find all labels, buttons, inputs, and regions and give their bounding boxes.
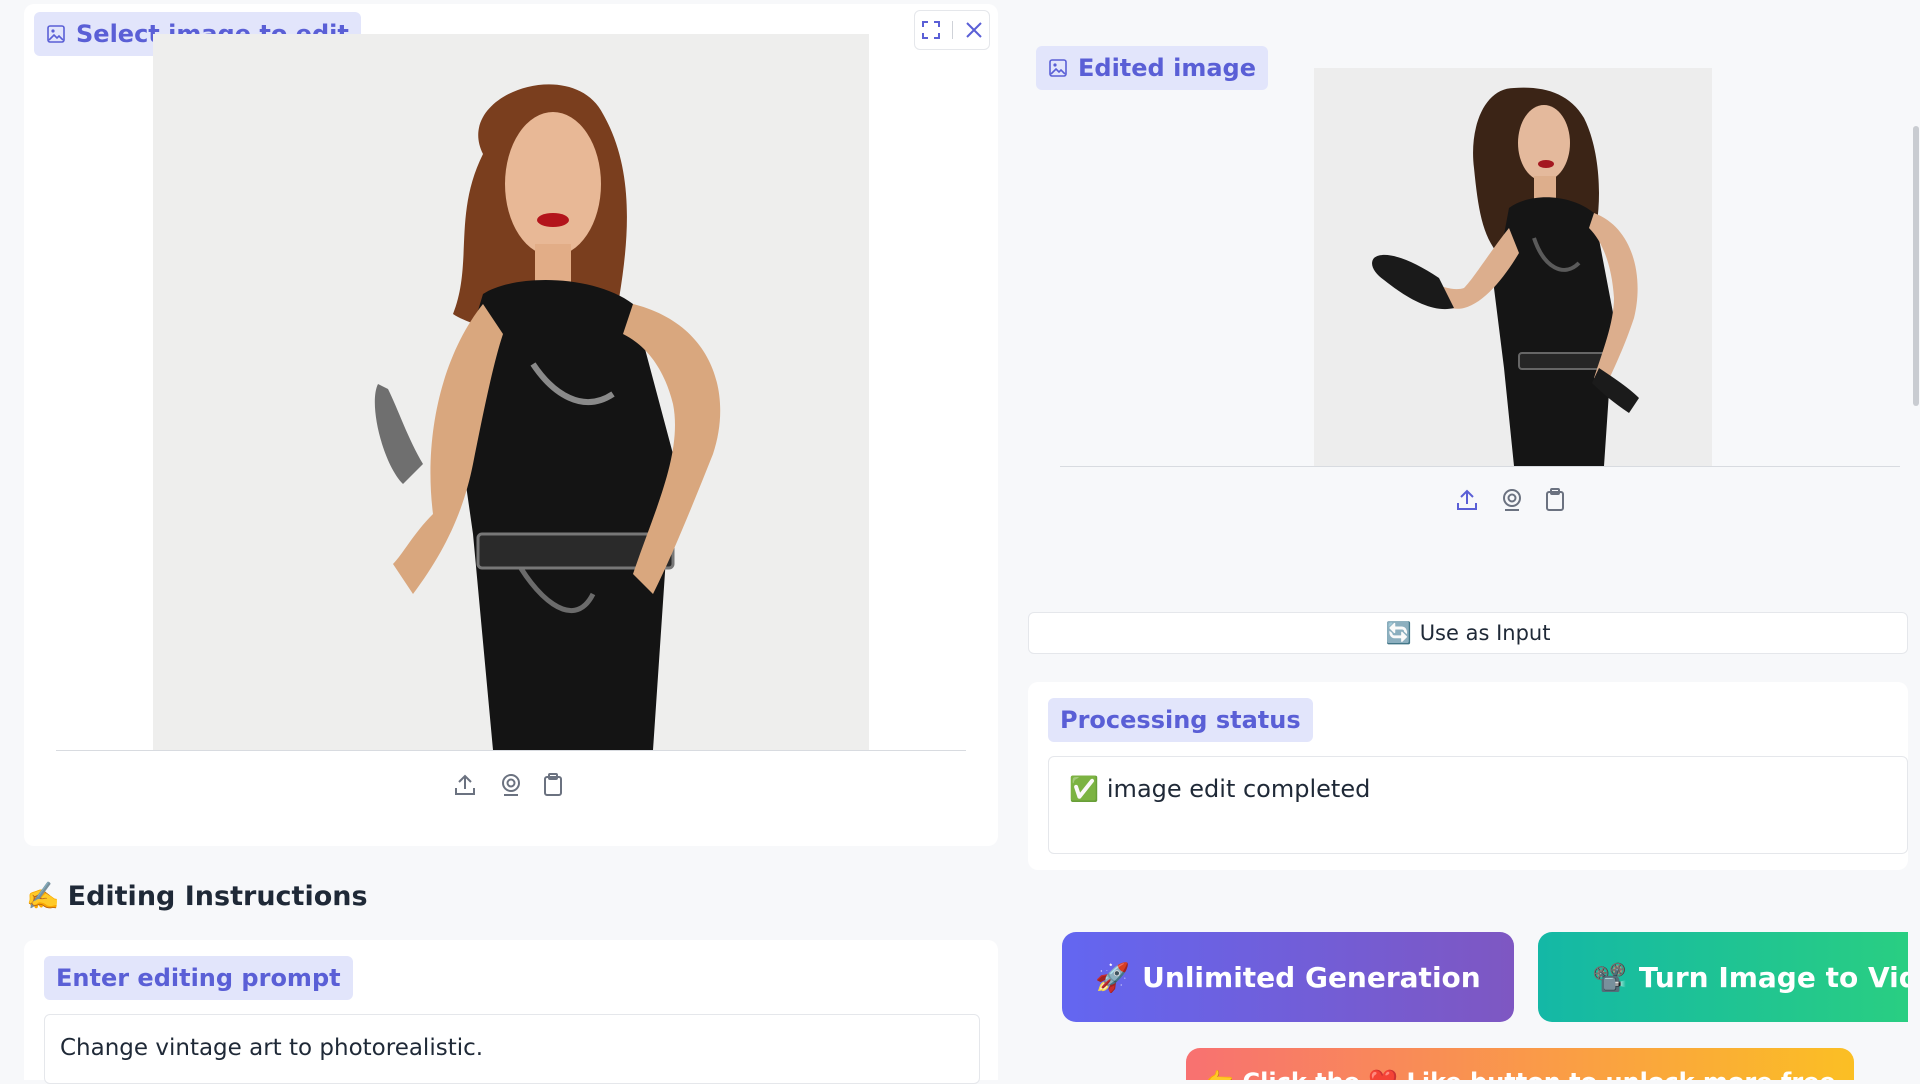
check-icon: ✅ [1069,775,1099,803]
like-unlock-label: 👉 Click the ❤️ Like button to unlock mor… [1204,1068,1835,1080]
clipboard-icon[interactable] [538,770,568,800]
prompt-input-value: Change vintage art to photorealistic. [60,1035,484,1061]
output-image[interactable] [1314,68,1712,466]
clipboard-icon[interactable] [1540,485,1570,515]
close-icon[interactable] [964,20,984,40]
unlimited-generation-label: Unlimited Generation [1142,960,1481,994]
video-button-clip: 📽️ Turn Image to Video [1538,932,1908,1022]
prompt-label: Enter editing prompt [44,956,353,1000]
control-separator [952,21,954,39]
webcam-icon[interactable] [496,770,526,800]
image-controls [914,10,990,50]
output-image-photo [1314,68,1712,466]
image-icon [1049,59,1067,77]
scrollbar-thumb[interactable] [1913,126,1919,406]
like-unlock-button[interactable]: 👉 Click the ❤️ Like button to unlock mor… [1186,1048,1854,1080]
instructions-heading: ✍️ Editing Instructions [26,876,368,916]
use-as-input-button[interactable]: 🔄 Use as Input [1028,612,1908,654]
image-icon [47,25,65,43]
like-banner-clip: 👉 Click the ❤️ Like button to unlock mor… [1186,1048,1854,1080]
fullscreen-icon[interactable] [920,19,942,41]
film-projector-icon: 📽️ [1592,960,1627,994]
output-image-divider [1060,466,1900,467]
status-message: image edit completed [1106,775,1371,803]
input-image-divider [56,750,966,751]
input-image-illustration [153,34,869,750]
turn-image-to-video-label: Turn Image to Video [1638,960,1908,994]
unlimited-generation-button[interactable]: 🚀 Unlimited Generation [1062,932,1514,1022]
instructions-heading-text: Editing Instructions [67,880,368,912]
output-image-label-text: Edited image [1078,54,1256,82]
output-image-label: Edited image [1036,46,1268,90]
refresh-icon: 🔄 [1385,620,1412,645]
upload-icon[interactable] [450,770,480,800]
upload-icon[interactable] [1452,485,1482,515]
input-image[interactable] [153,34,869,750]
rocket-icon: 🚀 [1095,960,1131,994]
prompt-input[interactable]: Change vintage art to photorealistic. [44,1014,980,1084]
status-box: ✅ image edit completed [1048,756,1908,854]
writing-hand-icon: ✍️ [26,881,60,912]
prompt-label-text: Enter editing prompt [56,964,341,992]
status-label-text: Processing status [1060,706,1301,734]
turn-image-to-video-button[interactable]: 📽️ Turn Image to Video [1538,932,1908,1022]
use-as-input-label: Use as Input [1419,621,1551,645]
status-label: Processing status [1048,698,1313,742]
webcam-icon[interactable] [1497,485,1527,515]
